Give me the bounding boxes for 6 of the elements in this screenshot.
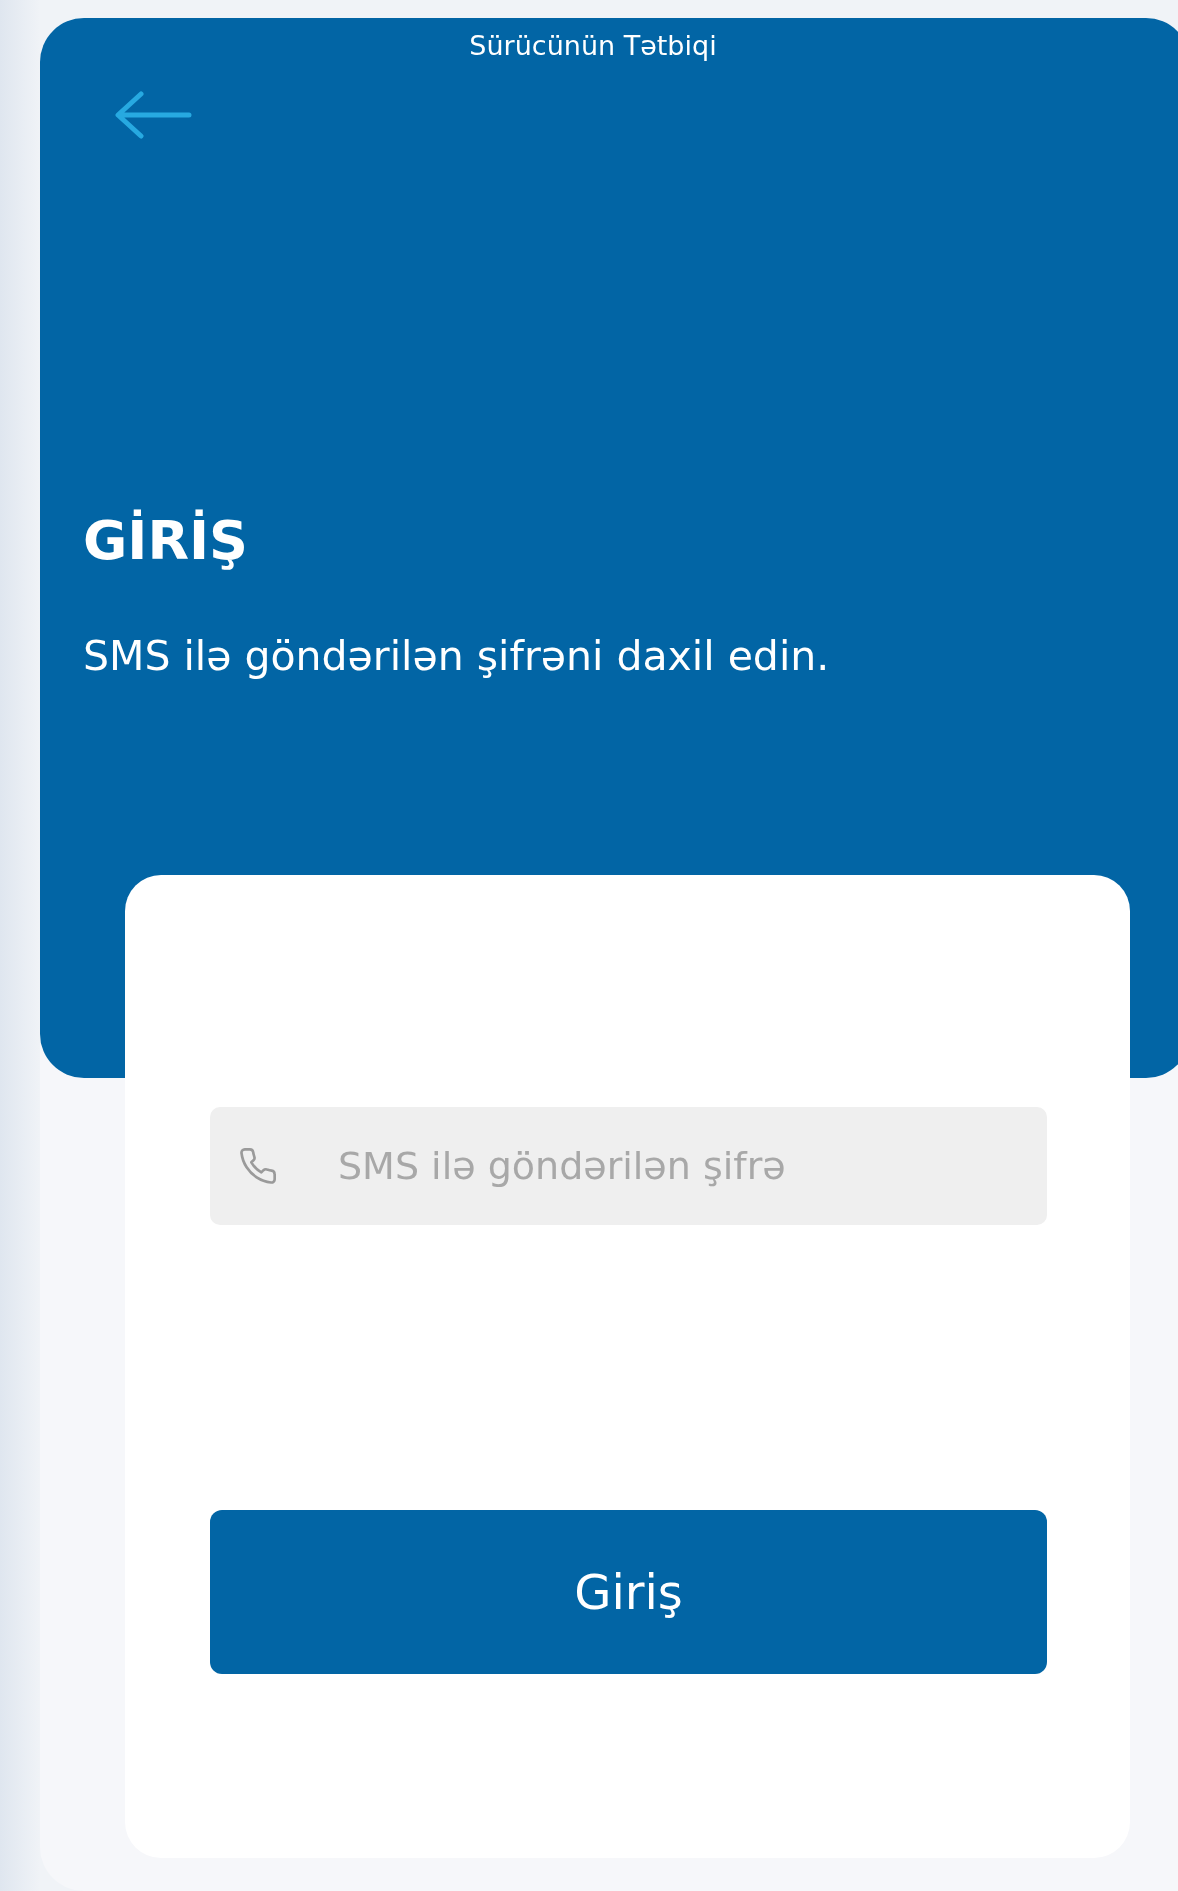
back-arrow-icon[interactable]: [113, 91, 193, 139]
instruction-text: SMS ilə göndərilən şifrəni daxil edin.: [83, 632, 831, 680]
login-button[interactable]: Giriş: [210, 1510, 1047, 1674]
app-title: Sürücünün Tətbiqi: [469, 30, 717, 61]
page-heading: GİRİŞ: [83, 509, 249, 572]
password-field[interactable]: SMS ilə göndərilən şifrə: [210, 1107, 1047, 1225]
